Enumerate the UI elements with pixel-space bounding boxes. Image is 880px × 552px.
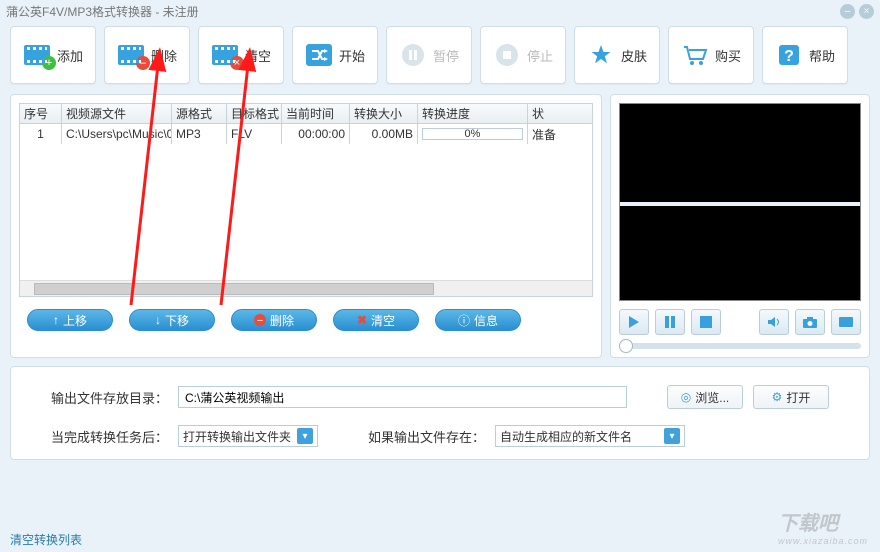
- chevron-down-icon: ▾: [297, 428, 313, 444]
- col-index[interactable]: 序号: [20, 104, 62, 123]
- chevron-down-icon: ▾: [664, 428, 680, 444]
- snapshot-button[interactable]: [795, 309, 825, 335]
- cell-source: C:\Users\pc\Music\0...: [62, 124, 172, 144]
- main-toolbar: + 添加 – 删除 × 清空 开始 暂停 停止 皮肤 购买 ? 帮助: [0, 22, 880, 94]
- stop-label: 停止: [527, 46, 553, 65]
- target-icon: ◎: [681, 390, 691, 404]
- play-button[interactable]: [619, 309, 649, 335]
- start-label: 开始: [339, 46, 365, 65]
- pause-icon: [399, 43, 427, 67]
- col-prog[interactable]: 转换进度: [418, 104, 528, 123]
- col-time[interactable]: 当前时间: [282, 104, 350, 123]
- col-dstfmt[interactable]: 目标格式: [227, 104, 282, 123]
- skin-label: 皮肤: [621, 46, 647, 65]
- if-exists-combo[interactable]: 自动生成相应的新文件名 ▾: [495, 425, 685, 447]
- info-icon: ⓘ: [458, 312, 470, 329]
- info-button[interactable]: ⓘ信息: [435, 309, 521, 331]
- seek-slider[interactable]: [619, 343, 861, 349]
- open-button[interactable]: ⚙打开: [753, 385, 829, 409]
- pause-button[interactable]: 暂停: [386, 26, 472, 84]
- minus-circle-icon: –: [254, 314, 266, 326]
- stop-button[interactable]: 停止: [480, 26, 566, 84]
- file-list-panel: 序号 视频源文件 源格式 目标格式 当前时间 转换大小 转换进度 状 1 C:\…: [10, 94, 602, 358]
- video-preview: [619, 103, 861, 301]
- film-add-icon: +: [23, 43, 51, 67]
- horizontal-scrollbar[interactable]: [20, 280, 592, 296]
- output-settings-panel: 输出文件存放目录： ◎浏览... ⚙打开 当完成转换任务后： 打开转换输出文件夹…: [10, 366, 870, 460]
- help-icon: ?: [775, 43, 803, 67]
- up-arrow-icon: ↑: [53, 313, 59, 327]
- svg-text:?: ?: [784, 48, 794, 65]
- gear-icon: ⚙: [772, 390, 783, 404]
- cell-time: 00:00:00: [282, 124, 350, 144]
- down-arrow-icon: ↓: [155, 313, 161, 327]
- film-delete-icon: –: [117, 43, 145, 67]
- close-button[interactable]: ×: [859, 4, 874, 19]
- cell-srcfmt: MP3: [172, 124, 227, 144]
- buy-label: 购买: [715, 46, 741, 65]
- browse-button[interactable]: ◎浏览...: [667, 385, 743, 409]
- table-row[interactable]: 1 C:\Users\pc\Music\0... MP3 FLV 00:00:0…: [20, 124, 592, 144]
- clear-label: 清空: [245, 46, 271, 65]
- col-status[interactable]: 状: [528, 104, 556, 123]
- if-exists-label: 如果输出文件存在：: [368, 427, 485, 446]
- move-down-button[interactable]: ↓下移: [129, 309, 215, 331]
- help-label: 帮助: [809, 46, 835, 65]
- file-table: 序号 视频源文件 源格式 目标格式 当前时间 转换大小 转换进度 状 1 C:\…: [19, 103, 593, 297]
- pause-label: 暂停: [433, 46, 459, 65]
- help-button[interactable]: ? 帮助: [762, 26, 848, 84]
- cell-dstfmt: FLV: [227, 124, 282, 144]
- after-convert-combo[interactable]: 打开转换输出文件夹 ▾: [178, 425, 318, 447]
- buy-button[interactable]: 购买: [668, 26, 754, 84]
- watermark: 下载吧 www.xiazaiba.com: [778, 507, 868, 546]
- cell-status: 准备: [528, 124, 556, 144]
- media-stop-button[interactable]: [691, 309, 721, 335]
- media-controls: [619, 309, 861, 335]
- col-srcfmt[interactable]: 源格式: [172, 104, 227, 123]
- start-button[interactable]: 开始: [292, 26, 378, 84]
- title-bar: 蒲公英F4V/MP3格式转换器 - 未注册 – ×: [0, 0, 880, 22]
- add-button[interactable]: + 添加: [10, 26, 96, 84]
- col-size[interactable]: 转换大小: [350, 104, 418, 123]
- list-actions: ↑上移 ↓下移 –删除 ✖清空 ⓘ信息: [19, 309, 593, 331]
- window-title: 蒲公英F4V/MP3格式转换器 - 未注册: [6, 3, 199, 20]
- volume-button[interactable]: [759, 309, 789, 335]
- minimize-button[interactable]: –: [840, 4, 855, 19]
- x-icon: ✖: [357, 313, 367, 327]
- star-icon: [587, 43, 615, 67]
- table-header: 序号 视频源文件 源格式 目标格式 当前时间 转换大小 转换进度 状: [20, 104, 592, 124]
- clear-list-link[interactable]: 清空转换列表: [10, 531, 82, 548]
- cart-icon: [681, 43, 709, 67]
- add-label: 添加: [57, 46, 83, 65]
- clear-button[interactable]: × 清空: [198, 26, 284, 84]
- col-source[interactable]: 视频源文件: [62, 104, 172, 123]
- move-up-button[interactable]: ↑上移: [27, 309, 113, 331]
- fullscreen-button[interactable]: [831, 309, 861, 335]
- delete-button[interactable]: – 删除: [104, 26, 190, 84]
- list-delete-button[interactable]: –删除: [231, 309, 317, 331]
- output-dir-input[interactable]: [178, 386, 627, 408]
- cell-size: 0.00MB: [350, 124, 418, 144]
- film-clear-icon: ×: [211, 43, 239, 67]
- if-exists-value: 自动生成相应的新文件名: [500, 428, 632, 445]
- output-dir-label: 输出文件存放目录：: [51, 388, 168, 407]
- cell-progress: 0%: [418, 124, 528, 144]
- after-convert-value: 打开转换输出文件夹: [183, 428, 291, 445]
- media-pause-button[interactable]: [655, 309, 685, 335]
- cell-index: 1: [20, 124, 62, 144]
- list-clear-button[interactable]: ✖清空: [333, 309, 419, 331]
- preview-panel: [610, 94, 870, 358]
- delete-label: 删除: [151, 46, 177, 65]
- skin-button[interactable]: 皮肤: [574, 26, 660, 84]
- shuffle-icon: [305, 43, 333, 67]
- slider-knob[interactable]: [619, 339, 633, 353]
- after-convert-label: 当完成转换任务后：: [51, 427, 168, 446]
- stop-icon: [493, 43, 521, 67]
